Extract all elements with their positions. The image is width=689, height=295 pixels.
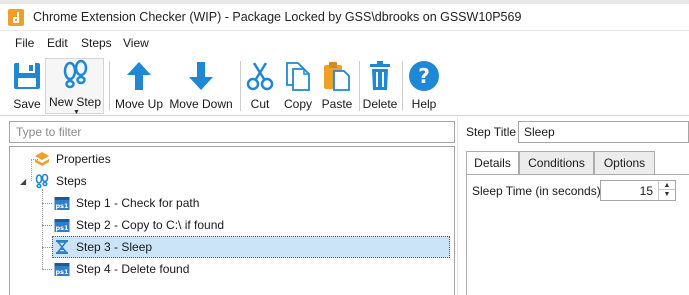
arrow-down-icon: [184, 59, 218, 93]
save-label: Save: [13, 97, 41, 111]
copy-icon: [281, 59, 315, 93]
pane-splitter[interactable]: [457, 117, 458, 295]
new-step-label: New Step: [48, 95, 102, 109]
toolbar: Save New Step ▼ Move Up Move Down Cut Co…: [0, 55, 689, 116]
powershell-icon: ps1: [54, 261, 71, 278]
scissors-icon: [243, 59, 277, 93]
menu-bar: File Edit Steps View: [0, 32, 689, 54]
help-label: Help: [411, 97, 437, 111]
tree-label-step: Step 4 - Delete found: [76, 262, 190, 276]
app-logo-icon: [8, 9, 24, 26]
filter-input[interactable]: [10, 122, 454, 142]
tab-options[interactable]: Options: [594, 151, 655, 174]
window-title: Chrome Extension Checker (WIP) - Package…: [33, 10, 522, 24]
hourglass-icon: [54, 239, 71, 256]
menu-view[interactable]: View: [123, 36, 149, 50]
footsteps-icon: [58, 59, 92, 93]
step-tree: Properties ◢ Steps ps1 Step 1 - Check fo…: [9, 146, 455, 295]
delete-label: Delete: [362, 97, 398, 111]
svg-text:ps1: ps1: [55, 224, 69, 232]
svg-text:?: ?: [418, 64, 430, 88]
arrow-up-icon: [122, 59, 156, 93]
tree-label-step: Step 2 - Copy to C:\ if found: [76, 218, 225, 232]
step-title-box: [518, 121, 689, 143]
sleep-time-value[interactable]: 15: [640, 184, 653, 198]
step-title-label: Step Title: [466, 125, 517, 139]
cut-label: Cut: [250, 97, 270, 111]
dropdown-arrow-icon: ▼: [73, 109, 80, 116]
powershell-icon: ps1: [54, 217, 71, 234]
paste-label: Paste: [321, 97, 353, 111]
tree-item-step-2[interactable]: ps1 Step 2 - Copy to C:\ if found: [52, 215, 272, 236]
paste-icon: [320, 59, 354, 93]
filter-box: [9, 121, 455, 143]
tree-item-step-3[interactable]: Step 3 - Sleep: [52, 236, 450, 258]
title-bar: Chrome Extension Checker (WIP) - Package…: [0, 4, 689, 31]
tree-label-steps: Steps: [56, 174, 87, 188]
tree-label-step: Step 1 - Check for path: [76, 196, 200, 210]
toolbar-separator: [359, 61, 360, 111]
tab-details[interactable]: Details: [466, 151, 519, 175]
svg-text:ps1: ps1: [55, 268, 69, 276]
toolbar-separator: [109, 61, 110, 111]
footsteps-icon: [34, 173, 51, 190]
copy-label: Copy: [283, 97, 312, 111]
tree-item-step-1[interactable]: ps1 Step 1 - Check for path: [52, 193, 272, 214]
step-title-input[interactable]: [519, 122, 688, 142]
tree-item-step-4[interactable]: ps1 Step 4 - Delete found: [52, 259, 272, 280]
delete-button[interactable]: Delete: [361, 59, 399, 115]
powershell-icon: ps1: [54, 195, 71, 212]
paste-button[interactable]: Paste: [319, 59, 355, 115]
help-button[interactable]: ? Help: [407, 59, 441, 115]
copy-button[interactable]: Copy: [281, 59, 315, 115]
new-step-button[interactable]: New Step ▼: [46, 59, 104, 116]
svg-text:ps1: ps1: [55, 202, 69, 210]
tree-connector: [42, 203, 52, 204]
tree-label-properties: Properties: [56, 152, 111, 166]
tab-conditions[interactable]: Conditions: [519, 151, 594, 174]
move-up-button[interactable]: Move Up: [113, 59, 165, 115]
spinner-buttons: ▲ ▼: [658, 181, 675, 200]
move-down-button[interactable]: Move Down: [168, 59, 234, 115]
spinner-up-icon[interactable]: ▲: [659, 181, 675, 190]
tree-label-step: Step 3 - Sleep: [76, 240, 153, 254]
spinner-down-icon[interactable]: ▼: [659, 190, 675, 199]
trash-icon: [363, 59, 397, 93]
help-icon: ?: [407, 59, 441, 93]
menu-edit[interactable]: Edit: [47, 36, 68, 50]
tree-connector: [42, 225, 52, 226]
toolbar-separator: [402, 61, 403, 111]
toolbar-separator: [240, 61, 241, 111]
tree-connector: [42, 269, 52, 270]
save-icon: [10, 59, 44, 93]
move-up-label: Move Up: [114, 97, 164, 111]
tree-connector: [42, 189, 43, 269]
menu-steps[interactable]: Steps: [81, 36, 112, 50]
tree-connector: [42, 247, 52, 248]
sleep-time-label: Sleep Time (in seconds): [472, 184, 601, 198]
move-down-label: Move Down: [169, 97, 233, 111]
sleep-time-spinner[interactable]: 15 ▲ ▼: [600, 180, 676, 201]
cut-button[interactable]: Cut: [244, 59, 276, 115]
menu-file[interactable]: File: [15, 36, 34, 50]
collapse-triangle-icon[interactable]: ◢: [20, 177, 26, 186]
package-icon: [34, 151, 51, 168]
tree-item-properties[interactable]: Properties: [32, 149, 172, 170]
save-button[interactable]: Save: [8, 59, 46, 115]
tree-item-steps[interactable]: Steps: [32, 171, 172, 192]
